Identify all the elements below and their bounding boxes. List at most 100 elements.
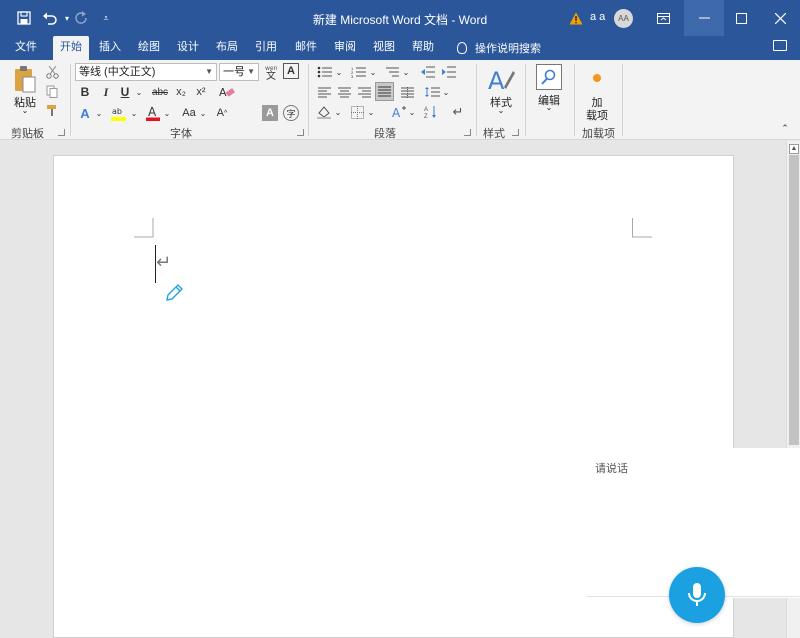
tab-insert[interactable]: 插入 [94,36,126,60]
separator [622,64,623,136]
font-launcher-icon[interactable] [297,129,304,136]
separator [525,64,526,136]
styles-launcher-icon[interactable] [512,129,519,136]
font-color-icon[interactable]: A [145,104,161,122]
ribbon-display-icon[interactable] [643,0,683,36]
dictation-prompt: 请说话 [595,463,628,475]
close-button[interactable] [760,0,800,36]
styles-icon[interactable]: A [486,64,516,94]
tell-me-search[interactable]: 操作说明搜索 [457,40,541,56]
paste-icon[interactable] [12,64,38,94]
character-border-icon[interactable]: A [283,63,299,79]
microphone-button[interactable] [669,567,725,623]
chinese-layout-dropdown-icon[interactable]: ⌄ [407,104,417,120]
svg-text:A: A [488,67,505,93]
warning-icon[interactable] [566,8,586,28]
title-bar: ▾ ⩡ 新建 Microsoft Word 文档 - Word a a AA [0,0,800,36]
paragraph-launcher-icon[interactable] [464,129,471,136]
text-effects-dropdown-icon[interactable]: ⌄ [94,104,104,122]
justify-icon[interactable] [375,82,394,101]
tab-review[interactable]: 审阅 [329,36,361,60]
highlight-icon[interactable]: ab [110,104,128,122]
editing-dropdown-icon[interactable]: ⌄ [544,103,554,112]
font-name-select[interactable]: 等线 (中文正文) ▼ [75,63,217,81]
clear-formatting-icon[interactable]: A [218,84,236,100]
change-case-button[interactable]: Aa [179,104,199,122]
chevron-down-icon: ▼ [247,67,255,76]
line-spacing-icon[interactable] [423,84,441,100]
tab-help[interactable]: 帮助 [407,36,439,60]
editing-icon[interactable] [536,64,562,90]
text-effects-icon[interactable]: A [77,104,93,122]
strikethrough-button[interactable]: abc [150,84,170,100]
align-right-icon[interactable] [356,84,372,100]
format-painter-icon[interactable] [44,102,60,118]
addins-label-line2[interactable]: 载项 [580,107,614,123]
font-group-label: 字体 [170,128,192,140]
separator [574,64,575,136]
cut-icon[interactable] [44,64,60,80]
italic-button[interactable]: I [98,84,114,100]
user-name[interactable]: a a [590,11,605,23]
character-shading-icon[interactable]: A [262,105,278,121]
tab-references[interactable]: 引用 [250,36,282,60]
avatar[interactable]: AA [614,9,633,28]
collapse-ribbon-icon[interactable]: ⌃ [778,122,792,134]
scroll-up-icon[interactable]: ▲ [789,144,799,154]
chinese-layout-icon[interactable]: A [390,104,408,120]
paragraph-mark-icon[interactable]: ↵ [450,104,466,120]
superscript-button[interactable]: x² [193,84,209,100]
change-case-dropdown-icon[interactable]: ⌄ [198,104,208,122]
font-size-value: 一号 [223,66,245,78]
maximize-button[interactable] [721,0,761,36]
copy-icon[interactable] [44,83,60,99]
tab-design[interactable]: 设计 [172,36,204,60]
borders-icon[interactable] [349,104,365,120]
font-color-dropdown-icon[interactable]: ⌄ [162,104,172,122]
tab-file[interactable]: 文件 [8,36,44,60]
font-size-select[interactable]: 一号 ▼ [219,63,259,81]
tab-view[interactable]: 视图 [368,36,400,60]
increase-indent-icon[interactable] [441,64,457,80]
font-name-value: 等线 (中文正文) [79,66,156,78]
underline-dropdown-icon[interactable]: ⌄ [134,84,144,100]
borders-dropdown-icon[interactable]: ⌄ [366,104,376,120]
shading-dropdown-icon[interactable]: ⌄ [333,104,343,120]
line-spacing-dropdown-icon[interactable]: ⌄ [441,84,451,100]
bullets-icon[interactable] [315,64,333,80]
scroll-thumb[interactable] [789,155,799,445]
svg-text:A: A [424,107,428,113]
tab-mailings[interactable]: 邮件 [290,36,322,60]
minimize-button[interactable] [684,0,724,36]
tab-layout[interactable]: 布局 [211,36,243,60]
grow-font-icon[interactable]: A ^ [213,104,231,122]
styles-dropdown-icon[interactable]: ⌄ [496,106,506,115]
multilevel-dropdown-icon[interactable]: ⌄ [401,64,411,80]
tab-draw[interactable]: 绘图 [133,36,165,60]
underline-button[interactable]: U [117,84,133,100]
paste-dropdown-icon[interactable]: ⌄ [20,106,30,115]
sort-icon[interactable]: AZ [423,104,439,120]
highlight-dropdown-icon[interactable]: ⌄ [129,104,139,122]
shading-icon[interactable] [316,104,332,120]
comments-icon[interactable] [773,40,787,51]
distributed-icon[interactable] [399,84,415,100]
addins-icon[interactable] [590,71,604,85]
decrease-indent-icon[interactable] [420,64,436,80]
bullets-dropdown-icon[interactable]: ⌄ [334,64,344,80]
clipboard-launcher-icon[interactable] [58,129,65,136]
align-center-icon[interactable] [336,84,352,100]
tab-home[interactable]: 开始 [53,36,89,60]
phonetic-guide-icon[interactable]: wen 文 [262,63,280,81]
ribbon-tabs: 文件 开始 插入 绘图 设计 布局 引用 邮件 审阅 视图 帮助 操作说明搜索 [0,36,800,60]
bold-button[interactable]: B [77,84,93,100]
multilevel-list-icon[interactable] [383,64,401,80]
tell-me-label: 操作说明搜索 [475,43,541,55]
paragraph-mark-icon: ↵ [156,252,172,272]
numbering-dropdown-icon[interactable]: ⌄ [368,64,378,80]
align-left-icon[interactable] [316,84,332,100]
enclose-characters-icon[interactable]: 字 [283,105,299,121]
svg-text:3: 3 [351,74,354,78]
subscript-button[interactable]: x₂ [173,84,189,100]
numbering-icon[interactable]: 123 [349,64,367,80]
